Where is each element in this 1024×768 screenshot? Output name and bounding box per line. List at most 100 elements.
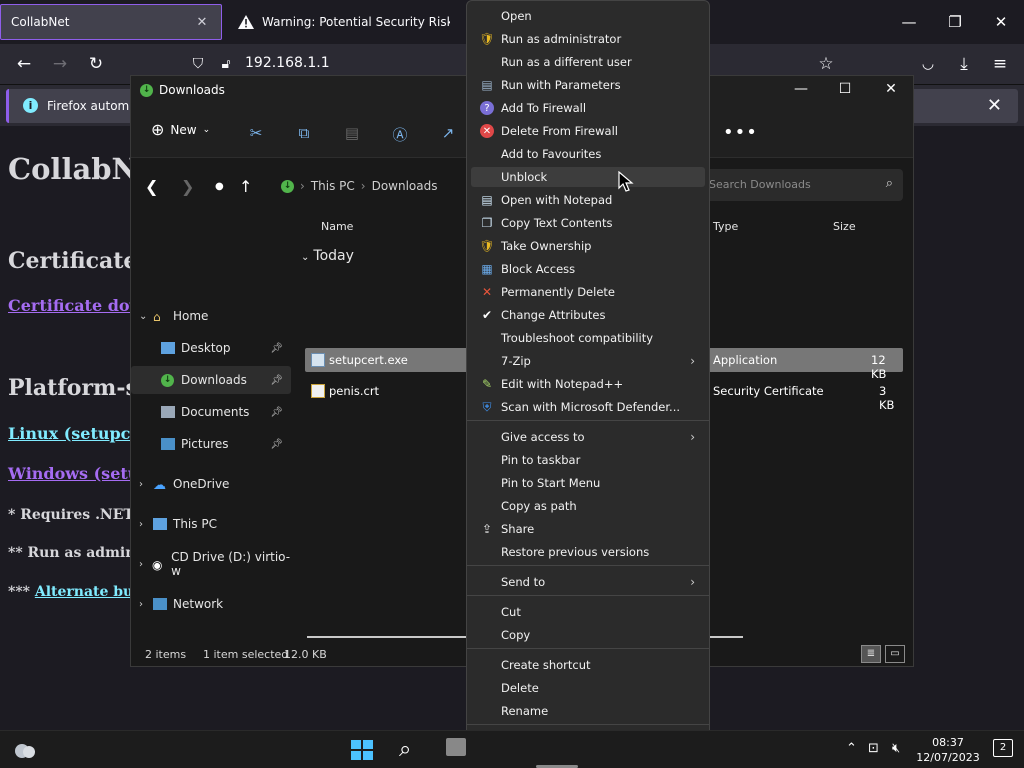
menu-item-restore-previous-versions[interactable]: Restore previous versions [471,542,705,562]
recent-dot-icon[interactable]: ● [215,181,224,192]
pin-icon[interactable]: 📌︎ [270,439,283,450]
pin-icon[interactable]: 📌︎ [270,343,283,354]
menu-item-copy[interactable]: Copy [471,625,705,645]
menu-item-cut[interactable]: Cut [471,602,705,622]
lock-warning-icon[interactable]: 🔓︎ [216,54,236,74]
network-status-icon[interactable]: ⊡ [868,741,879,756]
close-button[interactable]: ✕ [978,0,1024,44]
pin-icon[interactable]: 📌︎ [270,375,283,386]
group-header-today[interactable]: ⌄ Today [301,248,354,264]
tab-collabnet[interactable]: CollabNet ✕ [0,4,222,40]
nav-pictures[interactable]: Pictures 📌︎ [131,430,291,458]
share-icon[interactable]: ↗ [439,124,457,142]
minimize-button[interactable]: — [886,0,932,44]
search-icon[interactable]: ⌕ [399,737,411,762]
nav-downloads[interactable]: ↓ Downloads 📌︎ [131,366,291,394]
close-button[interactable]: ✕ [881,81,901,101]
nav-home[interactable]: ⌄ ⌂ Home [131,302,291,330]
up-icon[interactable]: ↑ [239,177,252,196]
column-size[interactable]: Size [833,220,856,233]
pocket-icon[interactable]: ◡ [918,54,938,74]
menu-icon[interactable]: ≡ [990,54,1010,74]
menu-item-create-shortcut[interactable]: Create shortcut [471,655,705,675]
menu-item-open-with-notepad[interactable]: ▤ Open with Notepad [471,190,705,210]
menu-item-permanently-delete[interactable]: ✕ Permanently Delete [471,282,705,302]
menu-item-add-to-favourites[interactable]: Add to Favourites [471,144,705,164]
windows-start-icon[interactable] [350,739,374,761]
menu-item-run-as-a-different-user[interactable]: Run as a different user [471,52,705,72]
breadcrumb[interactable]: ↓ › This PC › Downloads [281,179,437,193]
nav-onedrive[interactable]: › ☁ OneDrive [131,470,291,498]
back-icon[interactable]: ← [14,54,34,74]
breadcrumb-this-pc[interactable]: This PC [311,179,355,193]
task-view-icon[interactable] [446,738,466,756]
volume-muted-icon[interactable]: 🔇︎ [892,741,900,756]
menu-item-edit-with-notepad[interactable]: ✎ Edit with Notepad++ [471,374,705,394]
alternate-build-link[interactable]: Alternate buil [35,584,144,600]
menu-item-take-ownership[interactable]: 🛡︎ Take Ownership [471,236,705,256]
windows-link[interactable]: Windows (setu [8,464,139,483]
weather-cloud-icon[interactable] [12,739,38,761]
nav-cd-drive[interactable]: › ◉ CD Drive (D:) virtio-w [131,550,291,578]
forward-icon[interactable]: → [50,54,70,74]
reload-icon[interactable]: ↻ [86,54,106,74]
paste-icon[interactable]: ▤ [343,124,361,142]
nav-network[interactable]: › Network [131,590,291,618]
clock[interactable]: 08:37 12/07/2023 [913,735,983,765]
tiles-view-icon[interactable]: ▭ [885,645,905,663]
more-options-icon[interactable]: ••• [723,122,758,143]
copy-icon[interactable]: ⧉ [295,124,313,142]
shield-icon[interactable]: ⛉ [188,54,208,74]
certificate-download-link[interactable]: Certificate dow [8,296,143,315]
minimize-button[interactable]: — [791,81,811,101]
notification-count-badge[interactable]: 2 [993,739,1013,757]
close-notification-icon[interactable]: ✕ [987,95,1002,116]
nav-desktop[interactable]: Desktop 📌︎ [131,334,291,362]
menu-item-add-to-firewall[interactable]: ? Add To Firewall [471,98,705,118]
restore-button[interactable]: ❐ [932,0,978,44]
menu-item-rename[interactable]: Rename [471,701,705,721]
menu-item-label: Unblock [501,170,548,184]
url-bar[interactable]: 192.168.1.1 [245,55,330,71]
new-button[interactable]: ⊕ New ⌄ [151,120,210,139]
menu-item-pin-to-start-menu[interactable]: Pin to Start Menu [471,473,705,493]
nav-this-pc[interactable]: › This PC [131,510,291,538]
menu-item-block-access[interactable]: ▦ Block Access [471,259,705,279]
menu-item-troubleshoot-compatibility[interactable]: Troubleshoot compatibility [471,328,705,348]
pin-icon[interactable]: 📌︎ [270,407,283,418]
menu-item-copy-text-contents[interactable]: ❐ Copy Text Contents [471,213,705,233]
back-icon[interactable]: ❮ [145,177,158,196]
column-type[interactable]: Type [713,220,738,233]
menu-item-pin-to-taskbar[interactable]: Pin to taskbar [471,450,705,470]
rename-icon[interactable]: Ⓐ [391,124,409,144]
menu-item-change-attributes[interactable]: ✔ Change Attributes [471,305,705,325]
chevron-down-icon: ⌄ [301,252,310,263]
details-view-icon[interactable]: ≣ [861,645,881,663]
bookmark-star-icon[interactable]: ☆ [816,54,836,74]
tab-security-warning[interactable]: Warning: Potential Security Risk [228,4,460,40]
menu-item-give-access-to[interactable]: Give access to › [471,427,705,447]
menu-item-delete[interactable]: Delete [471,678,705,698]
forward-icon[interactable]: ❯ [181,177,194,196]
menu-item-share[interactable]: ⇪ Share [471,519,705,539]
close-tab-icon[interactable]: ✕ [193,15,211,30]
menu-item-7-zip[interactable]: 7-Zip › [471,351,705,371]
menu-item-scan-with-microsoft-defender[interactable]: ⛨ Scan with Microsoft Defender... [471,397,705,417]
search-box[interactable]: Search Downloads ⌕ [703,169,903,201]
downloads-icon[interactable]: ⤓ [954,54,974,74]
chevron-up-icon[interactable]: ⌃ [846,741,857,756]
cut-icon[interactable]: ✂ [247,124,265,142]
maximize-button[interactable]: ☐ [835,81,855,101]
linux-link[interactable]: Linux (setupcer [8,424,149,443]
menu-separator [467,595,709,596]
menu-item-unblock[interactable]: Unblock [471,167,705,187]
menu-item-copy-as-path[interactable]: Copy as path [471,496,705,516]
menu-item-run-with-parameters[interactable]: ▤ Run with Parameters [471,75,705,95]
menu-item-open[interactable]: Open [471,6,705,26]
menu-item-send-to[interactable]: Send to › [471,572,705,592]
column-name[interactable]: Name [321,220,353,233]
nav-documents[interactable]: Documents 📌︎ [131,398,291,426]
breadcrumb-downloads[interactable]: Downloads [372,179,438,193]
menu-item-delete-from-firewall[interactable]: ✕ Delete From Firewall [471,121,705,141]
menu-item-run-as-administrator[interactable]: 🛡︎ Run as administrator [471,29,705,49]
